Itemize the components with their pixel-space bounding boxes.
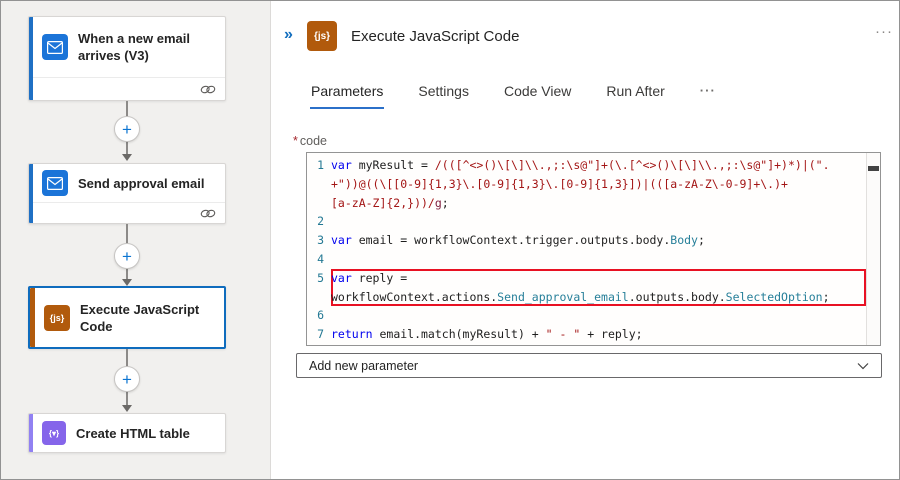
editor-scrollbar-thumb[interactable] [868,166,879,171]
code-row: +"))@((\[[0-9]{1,3}\.[0-9]{1,3}\.[0-9]{1… [307,175,866,194]
plus-icon: + [122,119,132,139]
editor-scrollbar[interactable] [866,153,880,345]
code-line: [a-zA-Z]{2,}))/g; [331,195,449,210]
code-row: workflowContext.actions.Send_approval_em… [307,288,866,307]
connection-link-icon [200,208,216,219]
line-number: 6 [317,308,324,323]
code-line-highlighted: var reply = [331,269,866,288]
code-row: 4 [307,250,866,269]
code-line-highlighted: workflowContext.actions.Send_approval_em… [331,288,866,307]
code-row: 6 [307,306,866,325]
line-number: 4 [317,251,324,266]
flow-canvas: When a new email arrives (V3) + Send app… [1,1,271,479]
step-title: Send approval email [78,175,205,191]
tab-bar: Parameters Settings Code View Run After … [310,83,717,109]
code-row: 7 return email.match(myResult) + " - " + … [307,325,866,344]
outlook-icon [42,34,68,60]
step-footer [33,202,225,223]
code-row: 3 var email = workflowContext.trigger.out… [307,231,866,250]
plus-icon: + [122,246,132,266]
line-number [307,288,331,307]
code-line: return email.match(myResult) + " - " + r… [331,327,643,342]
line-number: 1 [317,158,324,172]
code-line: var email = workflowContext.trigger.outp… [331,233,705,248]
chevron-down-icon [857,362,869,370]
javascript-code-icon: {js} [307,21,337,51]
code-line: var myResult = /(([^<>()\[\]\\.,;:\s@"]+… [331,158,830,172]
code-row: 2 [307,212,866,231]
step-title: Create HTML table [76,425,190,441]
code-editor[interactable]: 1 var myResult = /(([^<>()\[\]\\.,;:\s@"]… [306,152,881,346]
tab-run-after[interactable]: Run After [605,83,665,109]
add-new-parameter-dropdown[interactable]: Add new parameter [296,353,882,378]
flow-step-execute-javascript-code[interactable]: {js} Execute JavaScript Code [28,286,226,349]
flow-step-send-approval-email[interactable]: Send approval email [28,163,226,224]
tab-overflow-button[interactable]: ··· [699,83,717,109]
step-title: When a new email arrives (V3) [78,31,190,63]
outlook-icon [42,170,68,196]
ellipsis-icon: ··· [875,23,893,40]
action-detail-panel: » {js} Execute JavaScript Code ··· Param… [272,1,899,479]
arrow-down-icon [122,405,132,412]
tab-parameters[interactable]: Parameters [310,83,385,109]
line-number: 7 [317,327,324,342]
line-number: 5 [317,270,324,285]
more-options-button[interactable]: ··· [875,23,893,40]
double-chevron-right-icon: » [284,26,293,43]
insert-step-button[interactable]: + [114,116,140,142]
line-number: 3 [317,233,324,248]
flow-step-when-new-email-arrives[interactable]: When a new email arrives (V3) [28,16,226,101]
tab-code-view[interactable]: Code View [503,83,572,109]
code-row: 5 var reply = [307,269,866,288]
required-marker: * [293,134,298,148]
arrow-down-icon [122,154,132,161]
collapse-panel-button[interactable]: » [284,26,293,44]
insert-step-button[interactable]: + [114,366,140,392]
insert-step-button[interactable]: + [114,243,140,269]
step-title: Execute JavaScript Code [80,301,200,334]
javascript-code-icon: {js} [44,304,70,331]
code-rows: 1 var myResult = /(([^<>()\[\]\\.,;:\s@"]… [307,156,866,344]
line-number [307,194,331,213]
connection-link-icon [200,84,216,95]
arrow-down-icon [122,279,132,286]
add-parameter-label: Add new parameter [309,358,419,373]
data-operation-icon: {▾} [42,421,66,445]
code-field-label: * code [293,134,327,148]
line-number: 2 [317,214,324,229]
plus-icon: + [122,369,132,389]
code-line: +"))@((\[[0-9]{1,3}\.[0-9]{1,3}\.[0-9]{1… [331,176,788,191]
panel-title: Execute JavaScript Code [351,28,520,45]
code-row: 1 var myResult = /(([^<>()\[\]\\.,;:\s@"]… [307,156,866,175]
code-row: [a-zA-Z]{2,}))/g; [307,194,866,213]
flow-step-create-html-table[interactable]: {▾} Create HTML table [28,413,226,453]
tab-settings[interactable]: Settings [417,83,470,109]
flow-designer-window: When a new email arrives (V3) + Send app… [0,0,900,480]
step-footer [33,77,225,100]
line-number [307,175,331,194]
